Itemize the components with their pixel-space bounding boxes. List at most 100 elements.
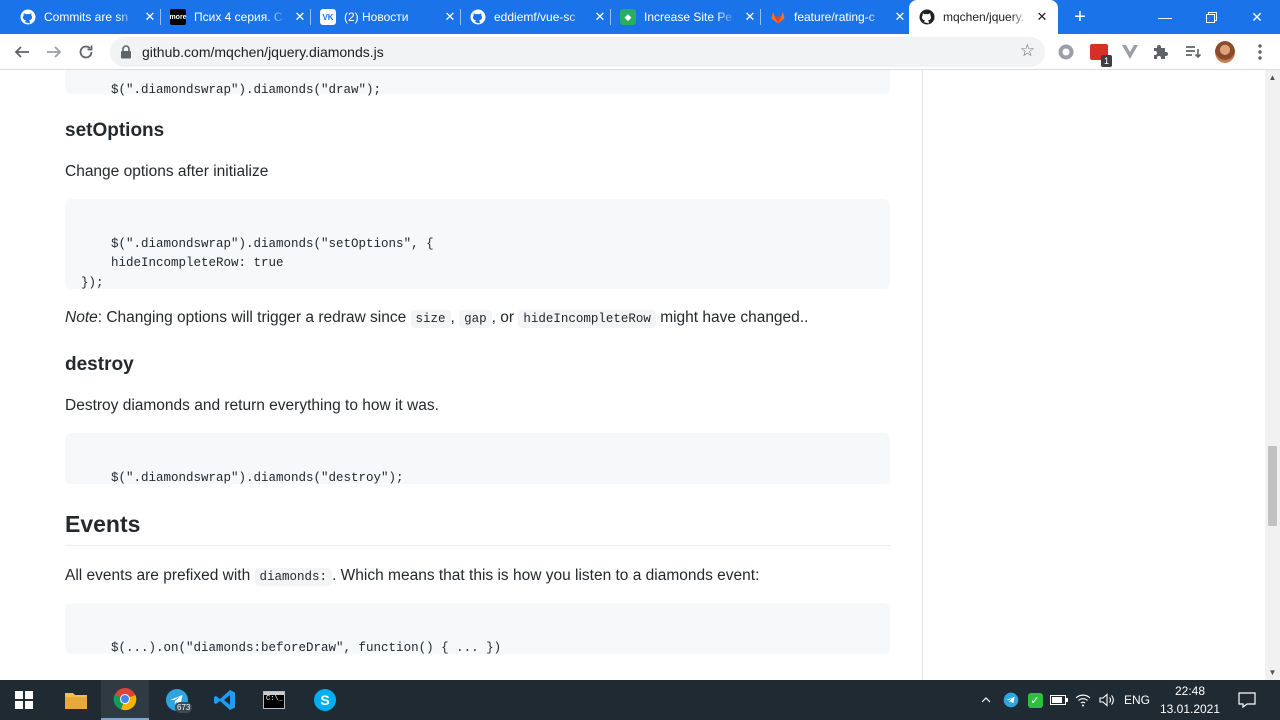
- scrollbar-thumb[interactable]: [1268, 446, 1277, 526]
- close-window-button[interactable]: ✕: [1234, 0, 1280, 34]
- volume-icon[interactable]: [1096, 680, 1118, 720]
- close-icon[interactable]: ✕: [592, 9, 608, 25]
- reload-icon: [79, 45, 93, 59]
- note-sep-1: ,: [450, 309, 460, 326]
- notifications-icon[interactable]: [1232, 680, 1262, 720]
- language-indicator[interactable]: ENG: [1122, 680, 1152, 720]
- tray-telegram-icon[interactable]: [1000, 680, 1022, 720]
- gitlab-icon: [770, 9, 786, 25]
- forward-button[interactable]: [40, 38, 68, 66]
- scroll-down-arrow-icon[interactable]: ▼: [1265, 665, 1280, 680]
- tab-commits[interactable]: Commits are sn ✕: [12, 0, 158, 34]
- note-sep-2: , or: [491, 309, 519, 326]
- tab-title: Псих 4 серия. С: [194, 10, 283, 24]
- clock-date: 13.01.2021: [1159, 702, 1221, 716]
- reading-list-icon[interactable]: [1183, 42, 1203, 62]
- extension-badge: 1: [1100, 55, 1112, 67]
- close-icon[interactable]: ✕: [742, 9, 758, 25]
- close-icon[interactable]: ✕: [442, 9, 458, 25]
- events-text-2: . Which means that this is how you liste…: [332, 567, 760, 584]
- back-button[interactable]: [8, 38, 36, 66]
- code-events-text: $(...).on("diamonds:beforeDraw", functio…: [111, 640, 502, 655]
- more-tv-icon: more: [169, 9, 187, 25]
- tab-jquery-diamonds[interactable]: mqchen/jquery. ✕: [909, 0, 1058, 34]
- code-block-destroy: $(".diamondswrap").diamonds("destroy");: [65, 433, 890, 485]
- vk-icon: VK: [320, 9, 336, 25]
- heading-events: Events: [65, 511, 890, 546]
- system-clock[interactable]: 22:48 13.01.2021: [1152, 682, 1228, 718]
- code-size: size: [410, 310, 451, 328]
- battery-icon[interactable]: [1048, 680, 1070, 720]
- note-text-1: : Changing options will trigger a redraw…: [97, 309, 411, 326]
- bookmark-star-icon[interactable]: ☆: [1020, 41, 1035, 61]
- browser-toolbar: github.com/mqchen/jquery.diamonds.js ☆ 1: [0, 34, 1280, 70]
- extensions-puzzle-icon[interactable]: [1151, 42, 1171, 62]
- events-text-1: All events are prefixed with: [65, 567, 255, 584]
- code-draw-text: $(".diamondswrap").diamonds("draw");: [111, 82, 382, 97]
- tab-title: Increase Site Pe: [644, 10, 733, 24]
- avatar[interactable]: [1215, 41, 1235, 63]
- tab-strip: Commits are sn ✕ more Псих 4 серия. С ✕ …: [0, 0, 1280, 34]
- code-block-setoptions: $(".diamondswrap").diamonds("setOptions"…: [65, 199, 890, 290]
- github-icon: [20, 9, 36, 25]
- code-setoptions-text: $(".diamondswrap").diamonds("setOptions"…: [81, 236, 434, 290]
- note-paragraph: Note: Changing options will trigger a re…: [65, 306, 890, 331]
- sidebar-divider: [922, 70, 923, 680]
- extension-shield-icon[interactable]: [1056, 42, 1076, 62]
- code-diamonds-prefix: diamonds:: [254, 568, 333, 586]
- terminal-icon[interactable]: C:\_: [250, 680, 298, 720]
- close-icon[interactable]: ✕: [292, 9, 308, 25]
- new-tab-button[interactable]: +: [1068, 5, 1092, 29]
- windows-taskbar: 673 C:\_ S ✓ ENG 22:48 13.01.2021: [0, 680, 1280, 720]
- extension-vue-icon[interactable]: [1120, 42, 1140, 62]
- tab-vue-scroll[interactable]: eddiemf/vue-sc ✕: [462, 0, 608, 34]
- code-destroy-text: $(".diamondswrap").diamonds("destroy");: [111, 470, 404, 485]
- tab-vk[interactable]: VK (2) Новости ✕: [312, 0, 458, 34]
- close-icon[interactable]: ✕: [892, 9, 908, 25]
- file-explorer-icon[interactable]: [52, 680, 100, 720]
- clock-time: 22:48: [1174, 684, 1206, 698]
- reload-button[interactable]: [72, 38, 100, 66]
- tab-title: feature/rating-c: [794, 10, 875, 24]
- note-text-2: might have changed..: [655, 309, 809, 326]
- restore-button[interactable]: [1188, 0, 1234, 34]
- tab-title: (2) Новости: [344, 10, 409, 24]
- restore-icon: [1205, 11, 1217, 23]
- tab-title: Commits are sn: [44, 10, 129, 24]
- tab-separator: [460, 9, 461, 25]
- arrow-right-icon: [47, 46, 62, 58]
- tab-separator: [610, 9, 611, 25]
- close-icon[interactable]: ✕: [142, 9, 158, 25]
- tab-separator: [310, 9, 311, 25]
- start-button[interactable]: [0, 680, 48, 720]
- tray-check-icon[interactable]: ✓: [1024, 680, 1046, 720]
- vscode-icon[interactable]: [201, 680, 249, 720]
- code-block-events: $(...).on("diamonds:beforeDraw", functio…: [65, 603, 890, 655]
- menu-kebab-icon[interactable]: [1250, 42, 1270, 62]
- code-block-draw: $(".diamondswrap").diamonds("draw");: [65, 70, 890, 97]
- extension-red-icon[interactable]: 1: [1089, 42, 1112, 67]
- events-description: All events are prefixed with diamonds:. …: [65, 564, 890, 589]
- scroll-up-arrow-icon[interactable]: ▲: [1265, 70, 1280, 85]
- skype-icon[interactable]: S: [301, 680, 349, 720]
- site-icon: ◆: [620, 9, 636, 25]
- tab-increase-site[interactable]: ◆ Increase Site Pe ✕: [612, 0, 758, 34]
- code-hide-incomplete-row: hideIncompleteRow: [518, 310, 656, 328]
- show-hidden-icons-chevron-icon[interactable]: [976, 680, 996, 720]
- page-scrollbar[interactable]: ▲ ▼: [1265, 70, 1280, 680]
- github-icon: [470, 9, 486, 25]
- tab-psych[interactable]: more Псих 4 серия. С ✕: [162, 0, 308, 34]
- minimize-button[interactable]: —: [1142, 0, 1188, 34]
- wifi-icon[interactable]: [1072, 680, 1094, 720]
- chrome-icon[interactable]: [101, 680, 149, 720]
- address-bar[interactable]: github.com/mqchen/jquery.diamonds.js ☆: [110, 37, 1045, 67]
- page-content: $(".diamondswrap").diamonds("draw"); set…: [0, 70, 1265, 680]
- code-gap: gap: [459, 310, 492, 328]
- close-icon[interactable]: ✕: [1034, 9, 1050, 25]
- telegram-icon[interactable]: 673: [153, 680, 201, 720]
- heading-destroy: destroy: [65, 354, 134, 375]
- lock-icon: [121, 45, 131, 59]
- tab-separator: [160, 9, 161, 25]
- tab-feature-rating[interactable]: feature/rating-c ✕: [762, 0, 908, 34]
- github-icon: [919, 9, 935, 25]
